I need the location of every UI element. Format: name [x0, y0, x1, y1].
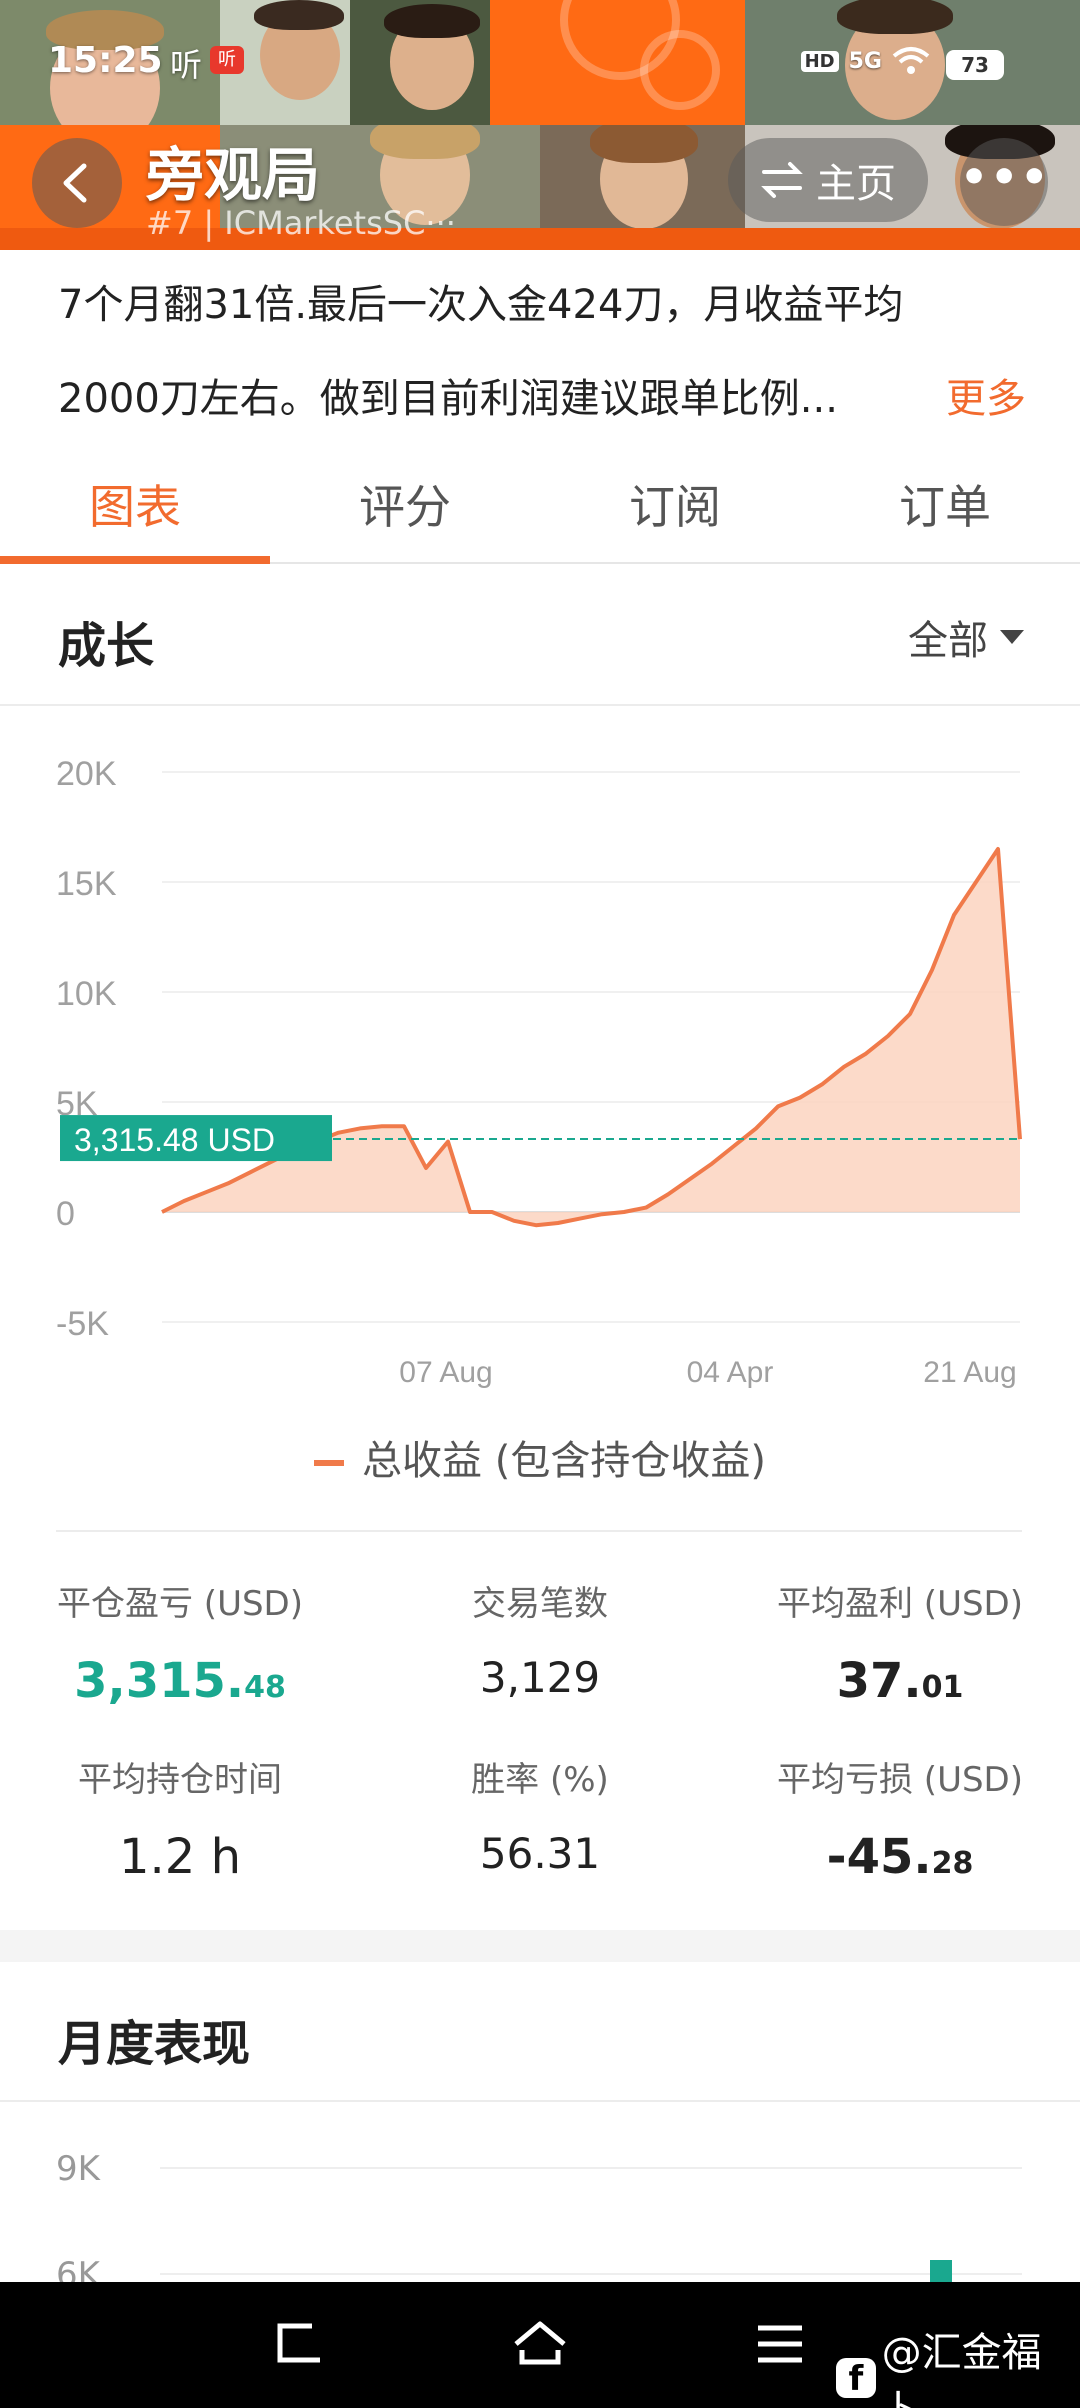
tab-subscription[interactable]: 订阅 [540, 460, 810, 562]
status-time: 15:25 [48, 40, 163, 81]
legend-line-swatch [314, 1460, 345, 1466]
stat-closed-pl: 平仓盈亏 (USD) 3,315.48 [0, 1576, 360, 1709]
stat-avg-loss-label: 平均亏损 (USD) [777, 1760, 1023, 1800]
stat-winrate-value: 56.31 [479, 1829, 601, 1878]
stat-avg-loss-value: -45.28 [826, 1829, 974, 1885]
growth-title: 成长 [58, 618, 155, 674]
watermark-text: @汇金福卜 [881, 2330, 1042, 2408]
legend-label: 总收益 (包含持仓收益) [362, 1438, 766, 1484]
wifi-icon [892, 47, 930, 74]
home-button[interactable]: 主页 [728, 138, 928, 222]
hd-icon: HD [800, 50, 839, 72]
stat-winrate: 胜率 (%) 56.31 [360, 1752, 720, 1878]
period-filter-dropdown[interactable]: 全部 [908, 608, 1024, 666]
monthly-chart: 9K 6K [0, 2104, 1080, 2284]
tab-orders[interactable]: 订单 [810, 460, 1080, 562]
stat-avg-hold-value: 1.2 h [118, 1829, 241, 1885]
stat-avg-profit-value: 37.01 [836, 1653, 964, 1709]
header-photo-3 [350, 0, 490, 125]
stat-trades: 交易笔数 3,129 [360, 1576, 720, 1702]
monthly-title: 月度表现 [58, 2016, 251, 2072]
page-title: 旁观局 [146, 141, 321, 209]
y-tick-label: -5K [56, 1305, 109, 1343]
monthly-chart-svg: 9K 6K [56, 2149, 1022, 2284]
battery-icon: 73 [946, 50, 1004, 80]
status-listen-label: 听 [170, 46, 203, 84]
tab-rating[interactable]: 评分 [270, 460, 540, 562]
period-filter-label: 全部 [908, 618, 988, 664]
page-subtitle: #7 | ICMarketsSC··· [146, 204, 456, 242]
nav-back-icon[interactable] [272, 2316, 328, 2372]
signal-icon: 5G [848, 48, 882, 74]
y-tick-label: 0 [56, 1195, 75, 1233]
profile-header: 15:25 听 听 HD 5G 73 旁观局 #7 | ICMarketsSC·… [0, 0, 1080, 250]
growth-area [162, 849, 1020, 1226]
stat-trades-label: 交易笔数 [472, 1584, 608, 1624]
y-tick-label: 20K [56, 755, 117, 793]
system-nav-bar: f @汇金福卜 [0, 2282, 1080, 2408]
description-more-link[interactable]: 更多 [946, 352, 1026, 446]
section-tabs: 图表 评分 订阅 订单 [0, 460, 1080, 564]
monthly-section-header: 月度表现 [0, 1962, 1080, 2102]
profile-description: 7个月翻31倍.最后一次入金424刀，月收益平均 2000刀左右。做到目前利润建… [58, 258, 1048, 446]
watermark: f @汇金福卜 [836, 2320, 1080, 2408]
stat-avg-profit: 平均盈利 (USD) 37.01 [720, 1576, 1080, 1709]
nav-home-icon[interactable] [510, 2316, 570, 2372]
chevron-left-icon [63, 163, 87, 203]
back-button[interactable] [32, 138, 122, 228]
monthly-bar [930, 2260, 952, 2284]
stat-avg-profit-label: 平均盈利 (USD) [777, 1584, 1023, 1624]
stat-trades-value: 3,129 [479, 1653, 601, 1702]
facebook-icon: f [836, 2358, 876, 2399]
growth-section-header: 成长 全部 [0, 566, 1080, 706]
more-options-button[interactable]: ••• [960, 138, 1048, 226]
x-tick-label: 21 Aug [923, 1356, 1016, 1389]
growth-chart-svg: 20K15K10K5K0-5K3,315.48 USD07 Aug 04 Apr 2… [56, 755, 1022, 1389]
status-indicators: HD 5G [800, 46, 930, 76]
tab-chart[interactable]: 图表 [0, 460, 270, 564]
stat-avg-loss: 平均亏损 (USD) -45.28 [720, 1752, 1080, 1885]
y-tick-label: 15K [56, 865, 117, 903]
y-tick-label: 10K [56, 975, 117, 1013]
x-tick-label: 04 Apr [687, 1356, 774, 1389]
stat-closed-pl-value: 3,315.48 [74, 1653, 286, 1709]
stat-avg-hold: 平均持仓时间 1.2 h [0, 1752, 360, 1885]
description-line-1: 7个月翻31倍.最后一次入金424刀，月收益平均 [58, 282, 904, 328]
nav-menu-icon[interactable] [756, 2316, 804, 2372]
chart-legend: 总收益 (包含持仓收益) [0, 1428, 1080, 1486]
home-button-label: 主页 [816, 161, 896, 207]
swap-icon [761, 162, 803, 198]
stat-avg-hold-label: 平均持仓时间 [78, 1760, 282, 1800]
current-value-label: 3,315.48 USD [74, 1122, 275, 1158]
status-app-badge: 听 [210, 46, 244, 74]
header-photo-6 [540, 125, 745, 230]
stat-winrate-label: 胜率 (%) [471, 1760, 609, 1800]
monthly-y-tick-9k: 9K [56, 2149, 102, 2189]
growth-chart: 20K 15K 10K 5K 0 -5K 3,315.48 USD 07 Aug 04 Apr 2… [0, 710, 1080, 1410]
x-tick-label: 07 Aug [399, 1356, 492, 1389]
description-line-2: 2000刀左右。做到目前利润建议跟单比例... [58, 376, 838, 422]
monthly-y-tick-6k: 6K [56, 2255, 102, 2284]
caret-down-icon [1000, 630, 1024, 644]
stat-closed-pl-label: 平仓盈亏 (USD) [57, 1584, 303, 1624]
